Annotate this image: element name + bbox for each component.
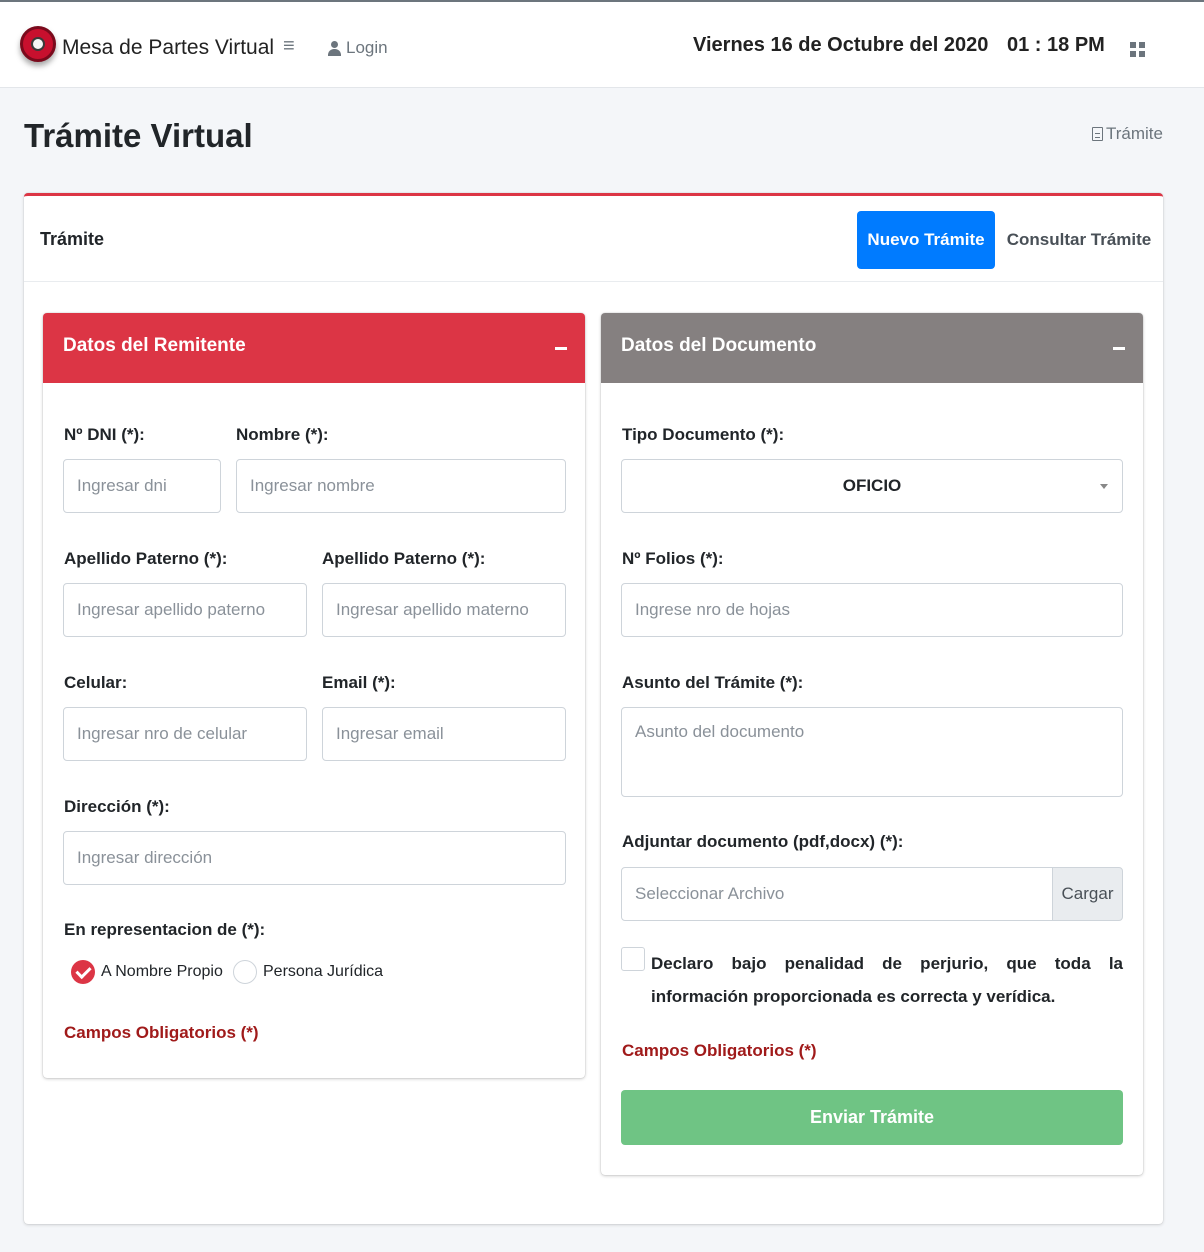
asunto-textarea[interactable] bbox=[621, 707, 1123, 797]
radio-nombre-propio-label: A Nombre Propio bbox=[101, 963, 223, 980]
user-icon bbox=[328, 40, 341, 56]
documento-panel: Datos del Documento Tipo Documento (*): … bbox=[601, 313, 1143, 1175]
folios-label: Nº Folios (*): bbox=[622, 549, 724, 568]
login-link[interactable]: Login bbox=[328, 38, 388, 58]
cargar-button[interactable]: Cargar bbox=[1052, 867, 1123, 921]
celular-input[interactable] bbox=[63, 707, 307, 761]
folios-input[interactable] bbox=[621, 583, 1123, 637]
card-title: Trámite bbox=[40, 229, 105, 249]
minus-icon[interactable] bbox=[1113, 347, 1125, 350]
login-label: Login bbox=[346, 38, 388, 57]
documento-header: Datos del Documento bbox=[601, 313, 1143, 383]
institution-logo[interactable] bbox=[20, 26, 56, 62]
page-title: Trámite Virtual bbox=[24, 117, 253, 154]
radio-unchecked-icon[interactable] bbox=[233, 960, 257, 984]
grid-icon[interactable] bbox=[1130, 42, 1145, 57]
asunto-label: Asunto del Trámite (*): bbox=[622, 673, 804, 692]
hamburger-icon[interactable]: ≡ bbox=[283, 35, 295, 58]
email-label: Email (*): bbox=[322, 673, 396, 692]
consultar-tramite-button[interactable]: Consultar Trámite bbox=[1004, 211, 1154, 269]
representacion-label: En representacion de (*): bbox=[64, 920, 266, 939]
nuevo-tramite-button[interactable]: Nuevo Trámite bbox=[857, 211, 995, 269]
apellido-materno-label: Apellido Paterno (*): bbox=[322, 549, 486, 568]
declaracion-checkbox[interactable] bbox=[621, 947, 645, 971]
direccion-label: Dirección (*): bbox=[64, 797, 170, 816]
documento-title: Datos del Documento bbox=[621, 335, 817, 356]
dni-input[interactable] bbox=[63, 459, 221, 513]
direccion-input[interactable] bbox=[63, 831, 566, 885]
nombre-input[interactable] bbox=[236, 459, 566, 513]
top-navbar: Mesa de Partes Virtual ≡ Login Viernes 1… bbox=[0, 2, 1204, 88]
radio-nombre-propio[interactable]: A Nombre Propio bbox=[71, 960, 223, 984]
tramite-card: Trámite Nuevo Trámite Consultar Trámite … bbox=[24, 193, 1163, 1224]
apellido-paterno-label: Apellido Paterno (*): bbox=[64, 549, 228, 568]
tipo-documento-value: OFICIO bbox=[842, 476, 902, 495]
apellido-paterno-input[interactable] bbox=[63, 583, 307, 637]
remitente-header: Datos del Remitente bbox=[43, 313, 585, 383]
required-note-remitente: Campos Obligatorios (*) bbox=[64, 1023, 259, 1042]
celular-label: Celular: bbox=[64, 673, 128, 692]
card-header: Trámite Nuevo Trámite Consultar Trámite bbox=[24, 196, 1163, 282]
logo-emblem bbox=[31, 37, 45, 51]
brand-title[interactable]: Mesa de Partes Virtual bbox=[62, 36, 274, 60]
caret-down-icon bbox=[1100, 484, 1108, 489]
breadcrumb[interactable]: Trámite bbox=[1092, 124, 1163, 144]
dni-label: Nº DNI (*): bbox=[64, 425, 145, 444]
document-icon bbox=[1092, 127, 1103, 141]
breadcrumb-label: Trámite bbox=[1106, 124, 1163, 143]
enviar-tramite-button[interactable]: Enviar Trámite bbox=[621, 1090, 1123, 1145]
current-time: 01 : 18 PM bbox=[1007, 34, 1105, 56]
tipo-documento-label: Tipo Documento (*): bbox=[622, 425, 785, 444]
tipo-documento-select[interactable]: OFICIO bbox=[621, 459, 1123, 513]
nombre-label: Nombre (*): bbox=[236, 425, 329, 444]
required-note-documento: Campos Obligatorios (*) bbox=[622, 1041, 817, 1060]
remitente-title: Datos del Remitente bbox=[63, 335, 246, 356]
radio-checked-icon[interactable] bbox=[71, 960, 95, 984]
current-date: Viernes 16 de Octubre del 2020 bbox=[693, 34, 989, 56]
radio-persona-juridica-label: Persona Jurídica bbox=[263, 963, 384, 980]
apellido-materno-input[interactable] bbox=[322, 583, 566, 637]
minus-icon[interactable] bbox=[555, 347, 567, 350]
declaracion-text: Declaro bajo penalidad de perjurio, que … bbox=[651, 954, 1123, 1006]
adjuntar-label: Adjuntar documento (pdf,docx) (*): bbox=[622, 832, 904, 851]
archivo-input[interactable] bbox=[621, 867, 1053, 921]
email-input[interactable] bbox=[322, 707, 566, 761]
remitente-panel: Datos del Remitente Nº DNI (*): Nombre (… bbox=[43, 313, 585, 1078]
radio-persona-juridica[interactable]: Persona Jurídica bbox=[233, 960, 383, 984]
